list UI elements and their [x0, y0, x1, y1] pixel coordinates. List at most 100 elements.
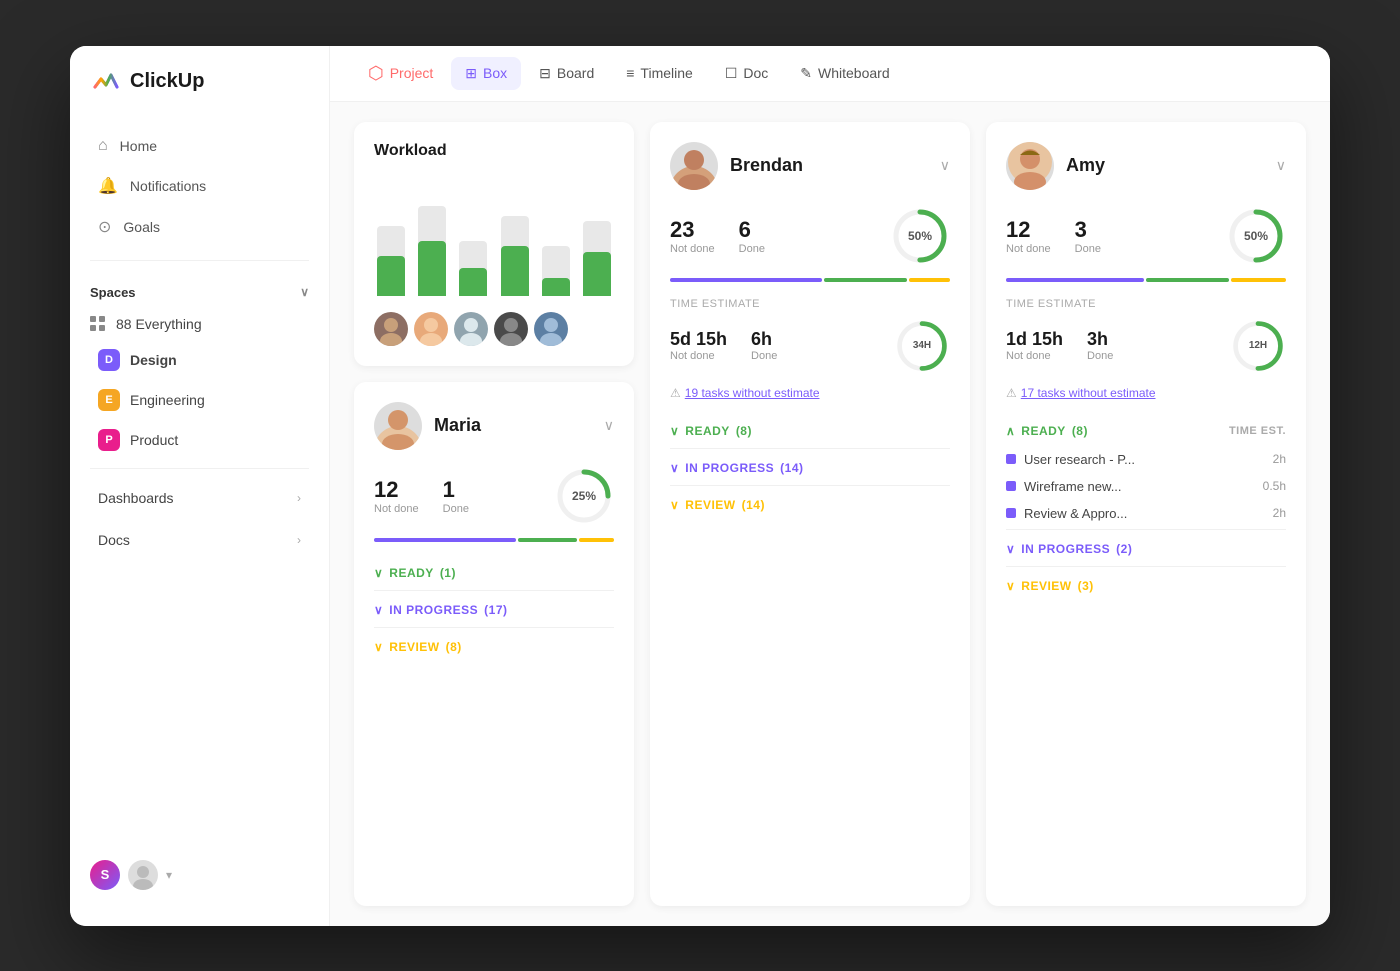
spaces-header: Spaces ∨: [70, 269, 329, 308]
task-time-3: 2h: [1273, 506, 1286, 520]
sidebar-item-everything[interactable]: 88 Everything: [70, 308, 329, 340]
user-avatar-s[interactable]: S: [90, 860, 120, 890]
maria-progress-header[interactable]: ∨ IN PROGRESS (17): [374, 595, 614, 625]
maria-review-header[interactable]: ∨ REVIEW (8): [374, 632, 614, 662]
amy-not-done-time-val: 1d 15h: [1006, 329, 1063, 350]
engineering-badge: E: [98, 389, 120, 411]
dashboards-label: Dashboards: [98, 490, 174, 506]
spaces-chevron[interactable]: ∨: [300, 285, 309, 299]
brendan-not-done-time-label: Not done: [670, 350, 727, 362]
tab-board[interactable]: ⊟ Board: [525, 57, 608, 90]
amy-ready-header[interactable]: ∧ READY (8) TIME EST.: [1006, 416, 1286, 446]
bar-total-5: [542, 246, 570, 296]
a-bar-purple: [1006, 278, 1144, 282]
docs-chevron: ›: [297, 533, 301, 547]
avatar-2: [414, 312, 448, 346]
workload-title: Workload: [374, 142, 614, 160]
amy-progress-header[interactable]: ∨ IN PROGRESS (2): [1006, 534, 1286, 564]
maria-color-bar: [374, 538, 614, 542]
sidebar-item-engineering[interactable]: E Engineering: [78, 381, 321, 419]
maria-progress-label: IN PROGRESS: [389, 603, 478, 617]
tab-board-label: Board: [557, 65, 594, 81]
task-name-2: Wireframe new...: [1024, 479, 1255, 494]
bar-container-4: [498, 196, 531, 296]
brendan-ready-header[interactable]: ∨ READY (8): [670, 416, 950, 446]
bar-done-5: [542, 278, 570, 296]
maria-ready-header[interactable]: ∨ READY (1): [374, 558, 614, 588]
sidebar-item-goals[interactable]: ⊙ Goals: [78, 207, 321, 247]
amy-time-label: TIME ESTIMATE: [1006, 298, 1286, 310]
tab-whiteboard-label: Whiteboard: [818, 65, 890, 81]
design-badge: D: [98, 349, 120, 371]
task-time-1: 2h: [1273, 452, 1286, 466]
maria-review-count: (8): [446, 640, 462, 654]
amy-progress-label: IN PROGRESS: [1021, 542, 1110, 556]
sidebar-item-design[interactable]: D Design: [78, 341, 321, 379]
brendan-progress-header[interactable]: ∨ IN PROGRESS (14): [670, 453, 950, 483]
sidebar-item-product[interactable]: P Product: [78, 421, 321, 459]
sidebar-item-dashboards[interactable]: Dashboards ›: [78, 478, 321, 518]
brendan-ready-label: READY: [685, 424, 730, 438]
amy-done-time-label: Done: [1087, 350, 1113, 362]
brendan-review-header[interactable]: ∨ REVIEW (14): [670, 490, 950, 520]
amy-done-number: 3: [1075, 217, 1101, 243]
whiteboard-icon: ✎: [800, 65, 812, 82]
maria-progress-section: ∨ IN PROGRESS (17): [374, 595, 614, 628]
tab-timeline[interactable]: ≡ Timeline: [612, 57, 707, 89]
amy-time-ring: 12H: [1230, 318, 1286, 374]
a-chevron-progress: ∨: [1006, 542, 1015, 556]
amy-time-section: TIME ESTIMATE 1d 15h Not done 3h Done: [1006, 298, 1286, 374]
brendan-warning: ⚠ 19 tasks without estimate: [670, 386, 950, 400]
brendan-time-label: TIME ESTIMATE: [670, 298, 950, 310]
amy-progress-count: (2): [1116, 542, 1132, 556]
sidebar-item-home-label: Home: [120, 138, 157, 154]
amy-warning: ⚠ 17 tasks without estimate: [1006, 386, 1286, 400]
sidebar-item-notifications[interactable]: 🔔 Notifications: [78, 166, 321, 206]
maria-chevron[interactable]: ∨: [604, 417, 614, 434]
bar-total-4: [501, 216, 529, 296]
sidebar-item-everything-label: 88 Everything: [116, 316, 202, 332]
task-name-1: User research - P...: [1024, 452, 1265, 467]
brendan-progress-sec: ∨ IN PROGRESS (14): [670, 453, 950, 486]
warning-icon: ⚠: [670, 386, 681, 400]
maria-name: Maria: [434, 415, 481, 436]
tab-doc[interactable]: ☐ Doc: [711, 57, 782, 90]
logo[interactable]: ClickUp: [70, 66, 329, 122]
brendan-color-bar: [670, 278, 950, 282]
tab-whiteboard[interactable]: ✎ Whiteboard: [786, 57, 903, 90]
amy-chevron[interactable]: ∨: [1276, 157, 1286, 174]
b-chevron-review: ∨: [670, 498, 679, 512]
maria-not-done: 12 Not done: [374, 477, 419, 515]
amy-progress-sec: ∨ IN PROGRESS (2): [1006, 534, 1286, 567]
amy-review-label: REVIEW: [1021, 579, 1071, 593]
bar-group-2: [415, 196, 448, 296]
task-dot-2: [1006, 481, 1016, 491]
brendan-progress-count: (14): [780, 461, 803, 475]
user-chevron[interactable]: ▾: [166, 868, 172, 882]
brendan-not-done-time-val: 5d 15h: [670, 329, 727, 350]
amy-warning-link[interactable]: 17 tasks without estimate: [1021, 386, 1156, 400]
tab-project-label: Project: [390, 65, 434, 81]
brendan-warning-link[interactable]: 19 tasks without estimate: [685, 386, 820, 400]
amy-done-time-val: 3h: [1087, 329, 1113, 350]
amy-header: Amy ∨: [1006, 142, 1286, 190]
amy-review-header[interactable]: ∨ REVIEW (3): [1006, 571, 1286, 601]
brendan-card: Brendan ∨ 23 Not done 6 Done: [650, 122, 970, 906]
goals-icon: ⊙: [98, 217, 111, 237]
brendan-chevron[interactable]: ∨: [940, 157, 950, 174]
amy-info: Amy: [1006, 142, 1105, 190]
user-avatar-secondary: [128, 860, 158, 890]
tab-box[interactable]: ⊞ Box: [451, 57, 521, 90]
brendan-name: Brendan: [730, 155, 803, 176]
brendan-time-stats: 5d 15h Not done 6h Done: [670, 318, 950, 374]
sidebar-item-home[interactable]: ⌂ Home: [78, 127, 321, 165]
bar-total-1: [377, 226, 405, 296]
tab-project[interactable]: ⬡ Project: [354, 55, 447, 92]
amy-progress-ring: 50%: [1226, 206, 1286, 266]
app-window: ClickUp ⌂ Home 🔔 Notifications ⊙ Goals: [70, 46, 1330, 926]
sidebar-item-docs[interactable]: Docs ›: [78, 520, 321, 560]
chevron-review: ∨: [374, 640, 383, 654]
avatar-1: [374, 312, 408, 346]
brendan-time-ring-label: 34H: [913, 340, 931, 351]
bar-group-5: [539, 196, 572, 296]
